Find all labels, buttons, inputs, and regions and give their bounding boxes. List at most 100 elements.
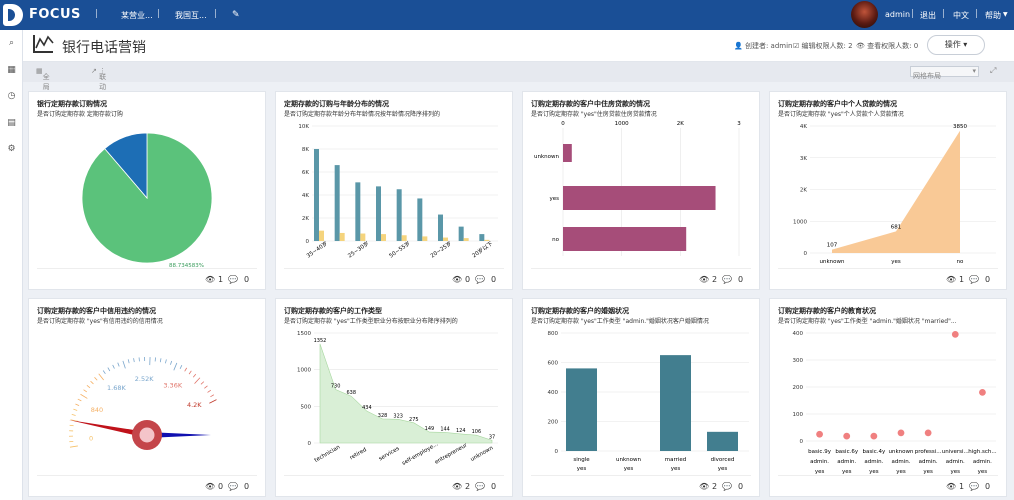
chart-card[interactable]: 定期存款的订购与年龄分布的情况 是否订购定期存款年龄分布年龄情况按年龄情况降序排… — [275, 91, 513, 290]
chart-card[interactable]: 订购定期存款的客户的工作类型 是否订购定期存款 "yes"工作类型职业分布按职业… — [275, 298, 513, 497]
y-tick-label: 1000 — [297, 368, 311, 374]
card-title: 定期存款的订购与年龄分布的情况 — [284, 100, 389, 108]
global-style-button[interactable]: ▦ 全局样式 — [36, 67, 50, 111]
gauge-tick — [107, 367, 111, 372]
app-logo-text[interactable]: FOCUS — [29, 7, 81, 22]
chart-svg: 02K4K6K8K10K35~40岁 25~30岁 50~55岁 20~25岁 20岁以… — [298, 124, 498, 260]
comment-count: 0 — [491, 275, 497, 284]
gauge-tick — [80, 393, 88, 399]
chart-svg: 0 1000 2K 3 unknown yes no — [534, 121, 741, 256]
username[interactable]: admin — [885, 10, 910, 19]
y-tick-label: 0 — [804, 251, 808, 257]
bar — [314, 149, 319, 241]
edit-icon[interactable]: ✎ — [232, 10, 240, 20]
creator-label: 创建者: admin — [744, 42, 793, 50]
gauge-tick — [94, 377, 98, 381]
comment-count: 0 — [491, 482, 497, 491]
link-info-button[interactable]: ↗ 联动信息 ⋮ — [91, 67, 106, 111]
bar — [376, 186, 381, 241]
y-tick-label: 2K — [800, 188, 807, 194]
gauge-tick — [210, 394, 215, 398]
x-tick-label: unknown — [820, 259, 846, 265]
comment-icon[interactable]: 💬 — [475, 482, 485, 491]
search-icon[interactable]: ⌕ — [6, 38, 17, 49]
dashboard-chart-icon — [33, 35, 54, 53]
chart-card[interactable]: 订购定期存款的客户中个人贷款的情况 是否订购定期存款 "yes"个人贷款个人贷款… — [769, 91, 1007, 290]
gauge-tick — [179, 365, 183, 369]
gear-icon[interactable]: ⚙ — [6, 144, 17, 155]
edit-permission-info[interactable]: ☑ 编辑权限人数: 2 — [793, 41, 853, 51]
chart-card[interactable]: 订购定期存款的客户中信用违约的情况 是否订购定期存款 "yes"有信用违约的信用… — [28, 298, 266, 497]
gauge-tick — [207, 389, 212, 393]
eye-icon[interactable]: 👁 — [946, 482, 956, 491]
comment-icon[interactable]: 💬 — [228, 482, 238, 491]
gauge-tick — [71, 414, 76, 416]
focus-logo-icon[interactable] — [3, 4, 23, 26]
y-tick-label: 1500 — [297, 331, 311, 337]
eye-icon[interactable]: 👁 — [699, 275, 709, 284]
fullscreen-icon[interactable]: ⤢ — [990, 66, 996, 76]
bar — [563, 186, 716, 210]
eye-icon[interactable]: 👁 — [205, 275, 215, 284]
comment-icon[interactable]: 💬 — [475, 275, 485, 284]
x-tick-label: married — [665, 457, 687, 463]
page-title: 银行电话营销 — [62, 40, 146, 56]
data-label: 106 — [472, 429, 482, 435]
bar — [355, 182, 361, 241]
x-tick-sublabel: yes — [624, 466, 634, 472]
avatar[interactable] — [851, 1, 878, 28]
chart-card[interactable]: 银行定期存款订购情况 是否订购定期存款 定期存款订购 88.734583% 👁 … — [28, 91, 266, 290]
view-permission-label: 查看权限人数: 0 — [867, 42, 919, 50]
chart-card[interactable]: 订购定期存款的客户的教育状况 是否订购定期存款 "yes"工作类型 "admin… — [769, 298, 1007, 497]
eye-icon[interactable]: 👁 — [452, 482, 462, 491]
top-navbar: FOCUS | 某营业... | 我国互... | ✎ admin | 退出 |… — [0, 0, 1014, 30]
nav-tab-1[interactable]: 某营业... — [121, 10, 153, 21]
x-tick-label: 2K — [677, 121, 684, 127]
help-caret-icon[interactable]: ▼ — [1003, 11, 1008, 18]
x-tick-label: 20~25岁 — [429, 239, 453, 259]
language-switch[interactable]: 中文 — [953, 10, 969, 21]
dashboard-grid-icon[interactable]: ▦ — [6, 65, 17, 76]
comment-icon[interactable]: 💬 — [722, 275, 732, 284]
eye-icon[interactable]: 👁 — [205, 482, 215, 491]
comment-icon[interactable]: 💬 — [722, 482, 732, 491]
gauge-tick — [69, 424, 74, 427]
y-tick-label: 1000 — [793, 219, 807, 225]
eye-icon[interactable]: 👁 — [699, 482, 709, 491]
card-subtitle: 是否订购定期存款 "yes"工作类型职业分布按职业分布降序排列的 — [284, 318, 458, 325]
card-footer: 👁 0 💬 0 — [284, 268, 504, 290]
help-link[interactable]: 帮助 — [985, 10, 1001, 21]
y-tick-label: 800 — [548, 331, 559, 337]
chart-card[interactable]: 订购定期存款的客户的婚姻状况 是否订购定期存款 "yes"工作类型 "admin… — [522, 298, 760, 497]
gauge-tick — [170, 360, 173, 365]
bar — [458, 226, 464, 241]
chart-card[interactable]: 订购定期存款的客户中住房贷款的情况 是否订购定期存款 "yes"住房贷款住房贷款… — [522, 91, 760, 290]
comment-icon[interactable]: 💬 — [969, 275, 979, 284]
bar — [660, 355, 691, 451]
view-permission-info[interactable]: 👁 查看权限人数: 0 — [856, 41, 918, 51]
nav-tab-2[interactable]: 我国互... — [175, 10, 207, 21]
gauge-tick — [159, 358, 162, 363]
calendar-icon[interactable]: ▤ — [6, 118, 17, 129]
scatter-point — [816, 430, 823, 438]
history-icon[interactable]: ◷ — [6, 91, 17, 102]
comment-icon[interactable]: 💬 — [969, 482, 979, 491]
y-tick-label: 600 — [548, 361, 559, 367]
bar — [381, 234, 386, 241]
data-label: 107 — [827, 243, 838, 249]
eye-icon[interactable]: 👁 — [452, 275, 462, 284]
comment-icon[interactable]: 💬 — [228, 275, 238, 284]
card-subtitle: 是否订购定期存款 "yes"个人贷款个人贷款情况 — [778, 111, 904, 118]
logout-link[interactable]: 退出 — [920, 10, 936, 21]
grid-layout-select[interactable]: 网格布局 ▾ — [910, 66, 979, 80]
view-count: 2 — [712, 275, 718, 284]
data-label: 275 — [409, 417, 419, 423]
x-tick-sublabel: admin. — [864, 459, 883, 465]
operation-button[interactable]: 操作 ▾ — [927, 35, 985, 55]
x-tick-label: retired — [349, 447, 368, 461]
gauge-tick — [133, 358, 135, 363]
card-subtitle: 是否订购定期存款 "yes"工作类型 "admin."婚姻状况 "married… — [778, 318, 957, 325]
x-tick-sublabel: admin. — [973, 459, 992, 465]
data-label: 3850 — [953, 124, 967, 130]
eye-icon[interactable]: 👁 — [946, 275, 956, 284]
